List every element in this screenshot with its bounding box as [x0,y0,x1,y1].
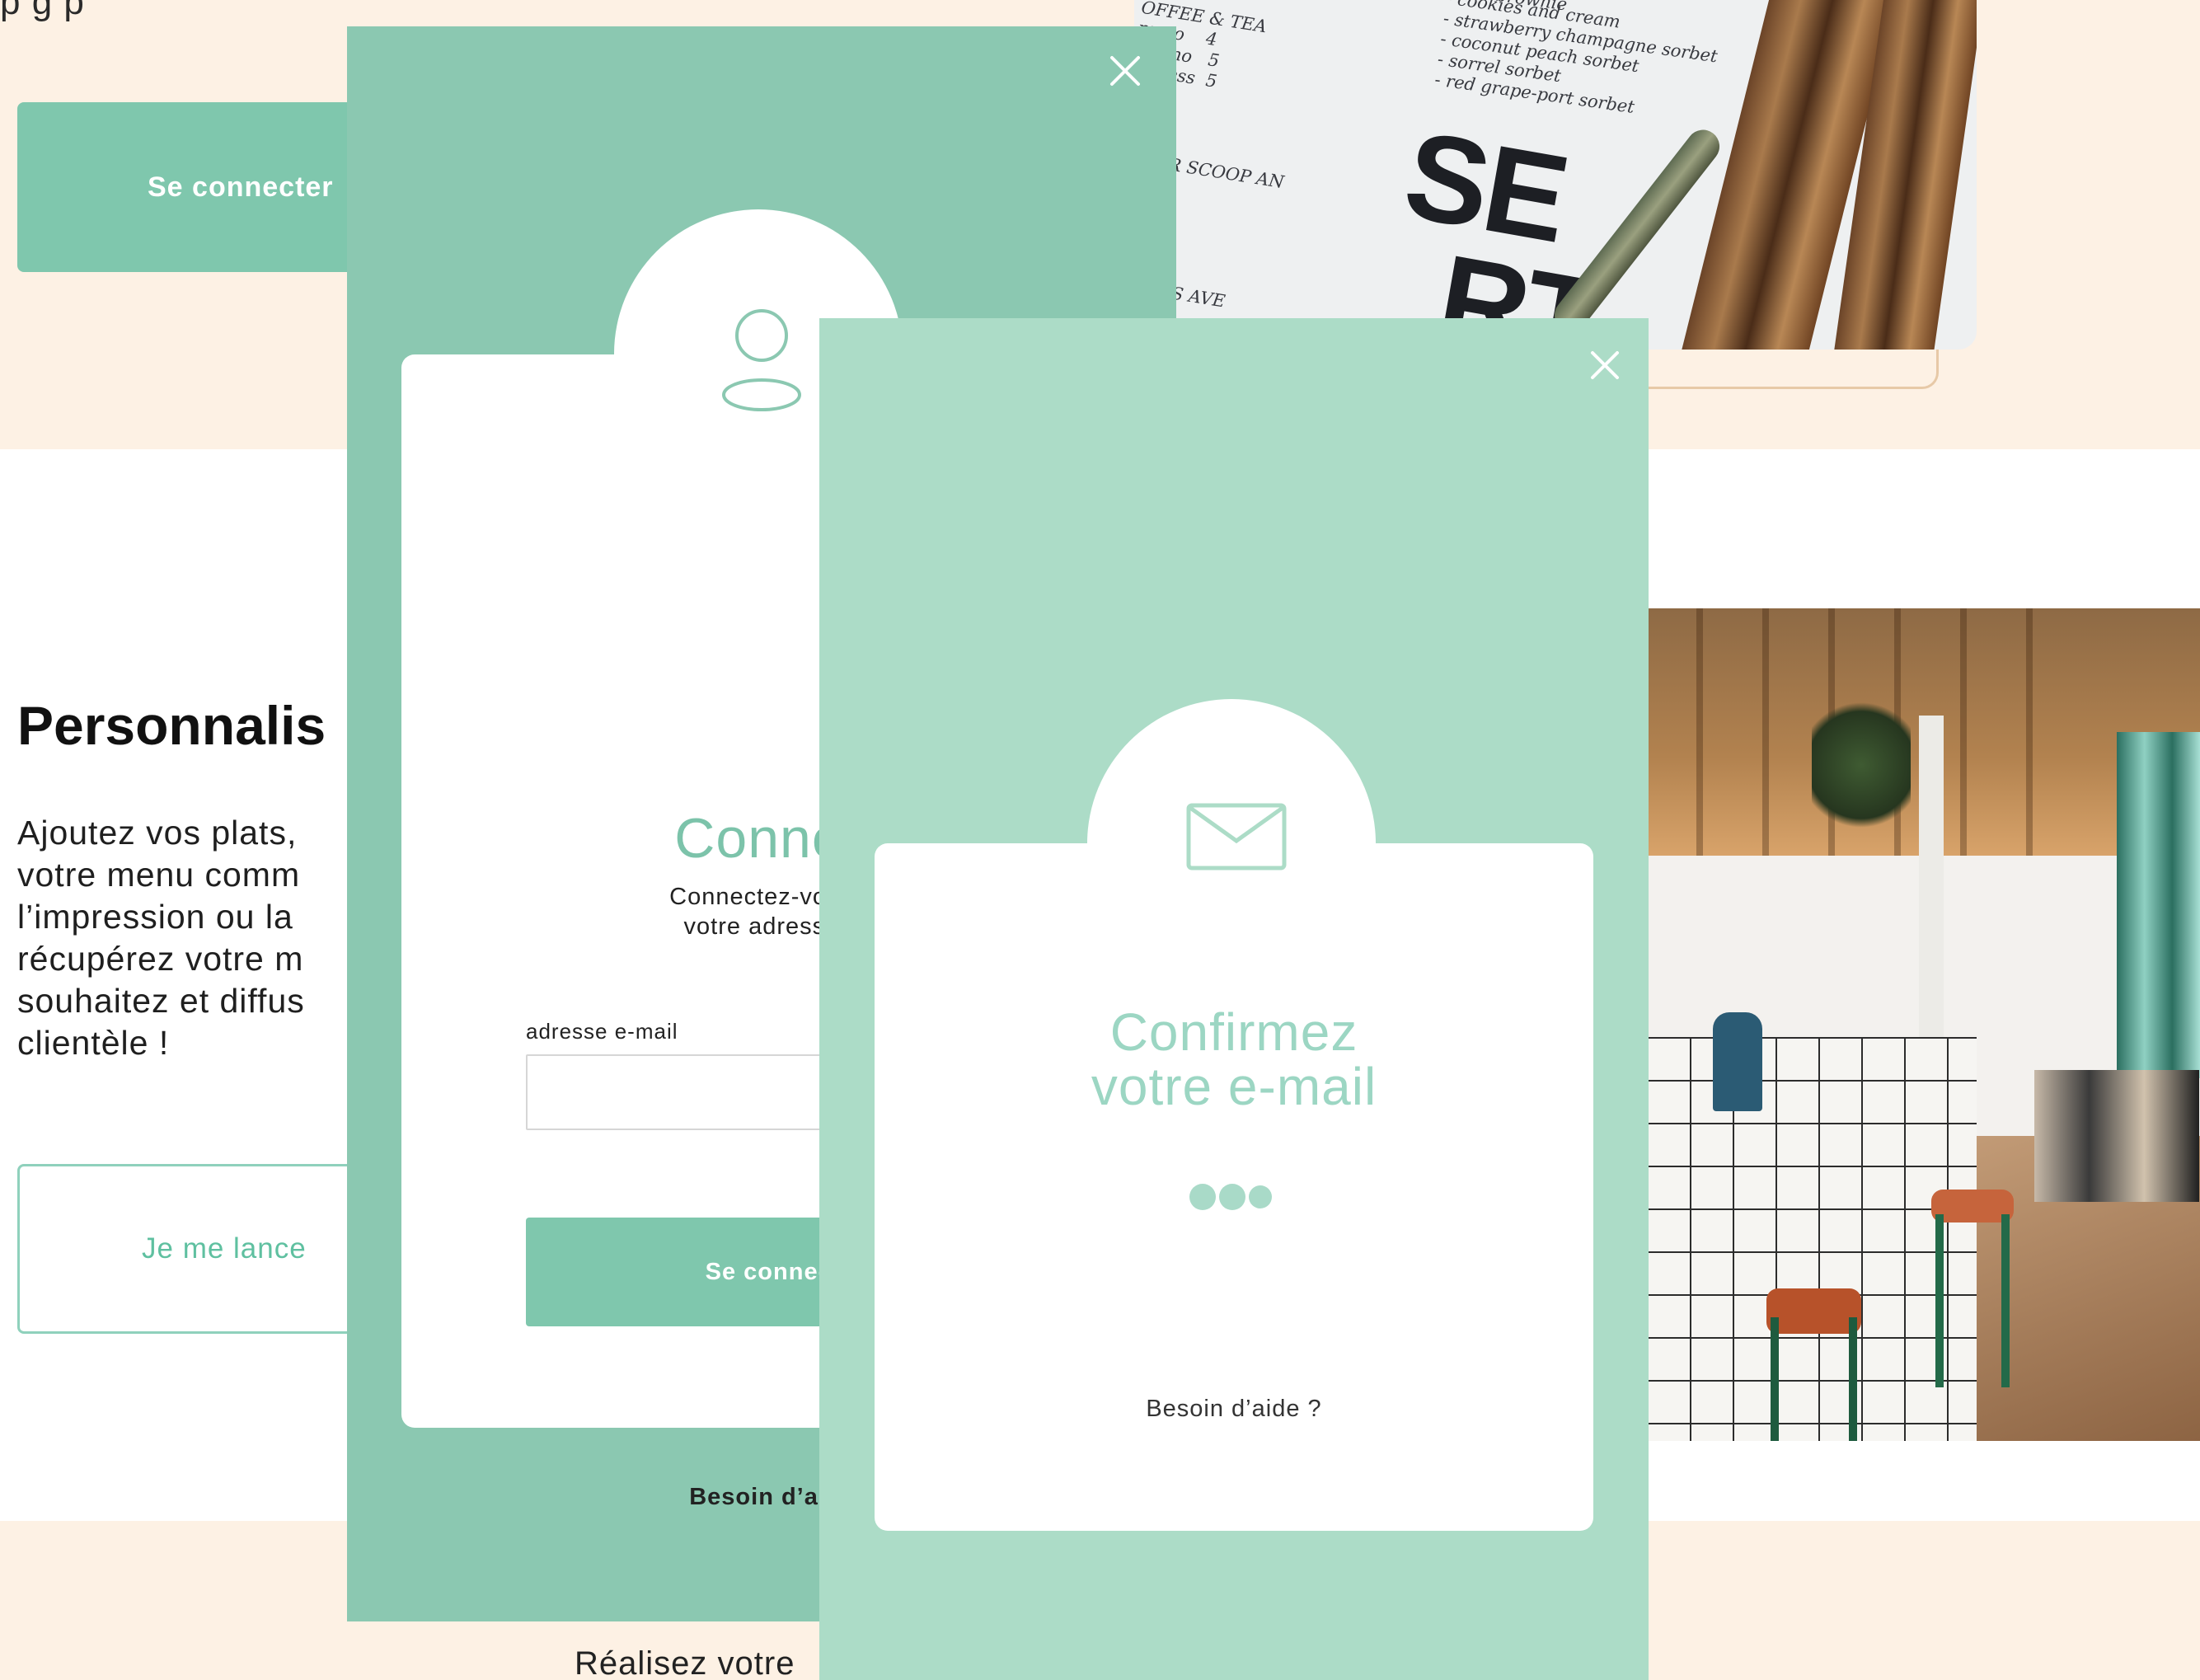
email-label: adresse e-mail [526,1019,678,1044]
photo-window [2117,732,2200,1078]
confirm-help-link[interactable]: Besoin d’aide ? [875,1396,1593,1423]
restaurant-photo [1647,608,2200,1441]
section-title: Personnalis [17,695,326,756]
close-icon[interactable] [1105,51,1145,91]
diners [2034,1070,2199,1202]
confirm-title: Confirmez votre e-mail [1091,1002,1377,1116]
section-text: Ajoutez vos plats, votre menu comm l’imp… [17,814,305,1062]
hero-cut-text: p g p [0,0,85,22]
mail-icon [1186,803,1287,871]
menu-sorbet-list: - cookies and cream - strawberry champag… [1433,0,1719,118]
user-icon [722,309,801,411]
close-icon[interactable] [1586,346,1624,384]
loading-dots-icon [1189,1184,1280,1210]
tiled-counter [1647,1037,1977,1441]
stool-seat [1766,1288,1861,1334]
staff-person [1713,1012,1762,1111]
menu-photo: OFFEE & TEA resso 4 uccino 5 h press 5 a… [1134,0,1977,350]
hanging-plant [1812,691,1911,839]
bottom-heading: Réalisez votre [575,1645,795,1680]
